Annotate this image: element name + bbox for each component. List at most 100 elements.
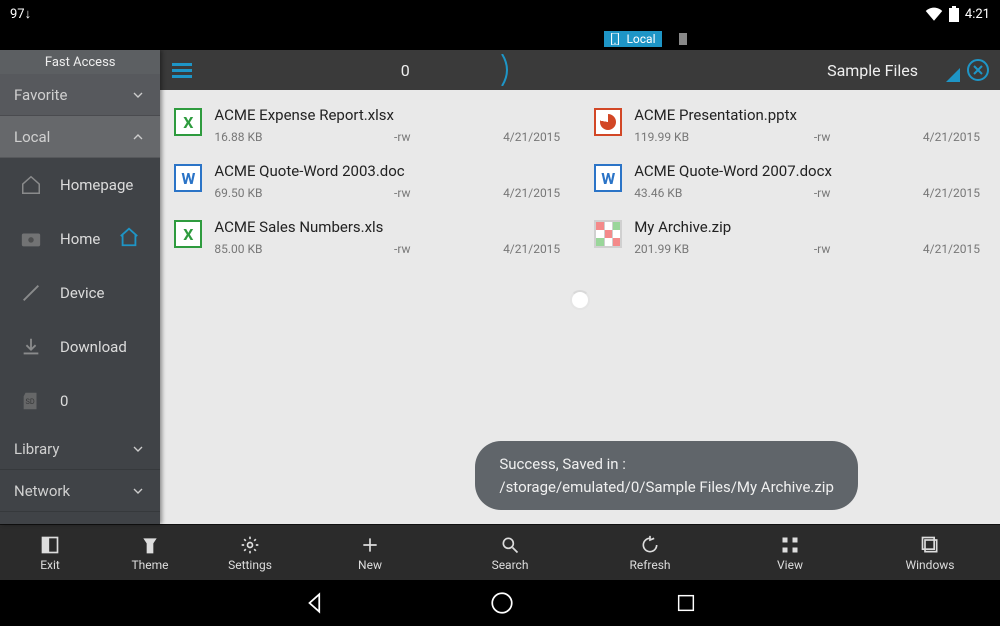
sidebar-item-homepage[interactable]: Homepage [0, 158, 160, 212]
loading-spinner-icon [570, 290, 590, 310]
word-icon: W [594, 164, 622, 192]
sidebar-item-download[interactable]: Download [0, 320, 160, 374]
search-icon [500, 534, 520, 556]
sidebar: Fast Access Favorite Local [0, 50, 160, 524]
button-label: Refresh [629, 558, 670, 572]
status-bar: 97↓ 4:21 [0, 0, 1000, 28]
tab-secondary[interactable] [672, 32, 696, 46]
file-name: ACME Presentation.pptx [634, 106, 980, 124]
toast-line1: Success, Saved in : [499, 453, 834, 476]
resize-corner-icon[interactable] [946, 67, 960, 86]
file-permissions: -rw [324, 242, 480, 256]
file-size: 119.99 KB [634, 130, 744, 144]
refresh-icon [640, 534, 660, 556]
windows-icon [920, 534, 940, 556]
homepage-icon [20, 174, 42, 196]
view-button[interactable]: View [720, 525, 860, 580]
file-permissions: -rw [324, 130, 480, 144]
breadcrumb-divider-icon [500, 54, 514, 86]
file-item[interactable]: My Archive.zip 201.99 KB-rw4/21/2015 [580, 212, 1000, 268]
android-nav-bar [0, 580, 1000, 626]
sidebar-item-label: Homepage [60, 176, 133, 194]
file-name: ACME Quote-Word 2003.doc [214, 162, 560, 180]
file-permissions: -rw [744, 242, 900, 256]
word-icon: W [174, 164, 202, 192]
archive-icon [594, 220, 622, 248]
button-label: New [358, 558, 382, 572]
section-network[interactable]: Network [0, 470, 160, 512]
file-permissions: -rw [744, 130, 900, 144]
file-item[interactable]: X ACME Sales Numbers.xls 85.00 KB-rw4/21/2… [160, 212, 580, 268]
search-button[interactable]: Search [440, 525, 580, 580]
section-label: Library [14, 440, 59, 458]
file-name: ACME Sales Numbers.xls [214, 218, 560, 236]
tab-local[interactable]: Local [604, 31, 661, 47]
file-date: 4/21/2015 [900, 130, 980, 144]
file-size: 69.50 KB [214, 186, 324, 200]
sidebar-item-home[interactable]: Home [0, 212, 160, 266]
wifi-icon [925, 7, 943, 21]
file-size: 43.46 KB [634, 186, 744, 200]
file-date: 4/21/2015 [900, 242, 980, 256]
breadcrumb-current[interactable]: Sample Files [827, 61, 918, 80]
sidebar-item-label: Home [60, 230, 100, 248]
sidebar-item-label: Download [60, 338, 127, 356]
svg-text:SD: SD [25, 397, 34, 406]
recents-button[interactable] [675, 592, 697, 614]
file-item[interactable]: XACME Expense Report.xlsx16.88 KB-rw4/21… [160, 100, 580, 156]
app-root: 97↓ 4:21 Local [0, 0, 1000, 626]
battery-icon [949, 6, 959, 22]
section-favorite[interactable]: Favorite [0, 74, 160, 116]
file-item[interactable]: W ACME Quote-Word 2007.docx 43.46 KB-rw4/2… [580, 156, 1000, 212]
grid-icon [780, 534, 800, 556]
sidebar-item-sd[interactable]: SD 0 [0, 374, 160, 428]
button-label: Windows [905, 558, 954, 572]
button-label: View [777, 558, 803, 572]
theme-button[interactable]: Theme [100, 525, 200, 580]
content-area: 0 Sample Files XACME Expense Report.xlsx… [160, 50, 1000, 524]
file-item[interactable]: WACME Quote-Word 2003.doc69.50 KB-rw4/21… [160, 156, 580, 212]
tab-label: Local [626, 32, 655, 46]
file-permissions: -rw [324, 186, 480, 200]
section-label: Local [14, 128, 50, 146]
section-local[interactable]: Local [0, 116, 160, 158]
close-icon[interactable] [966, 58, 990, 86]
file-permissions: -rw [744, 186, 900, 200]
toast-line2: /storage/emulated/0/Sample Files/My Arch… [499, 476, 834, 499]
file-size: 85.00 KB [214, 242, 324, 256]
status-time: 4:21 [965, 7, 990, 22]
file-size: 16.88 KB [214, 130, 324, 144]
theme-icon [140, 534, 160, 556]
back-button[interactable] [303, 590, 329, 616]
chevron-down-icon [130, 441, 146, 457]
exit-button[interactable]: Exit [0, 525, 100, 580]
chevron-up-icon [130, 129, 146, 145]
sidebar-header: Fast Access [0, 50, 160, 74]
device-icon [20, 282, 42, 304]
section-library[interactable]: Library [0, 428, 160, 470]
sidebar-item-device[interactable]: Device [0, 266, 160, 320]
file-date: 4/21/2015 [480, 242, 560, 256]
sidebar-item-label: 0 [60, 392, 68, 410]
file-name: ACME Quote-Word 2007.docx [634, 162, 980, 180]
file-date: 4/21/2015 [900, 186, 980, 200]
chevron-down-icon [130, 87, 146, 103]
home-button[interactable] [489, 590, 515, 616]
new-button[interactable]: New [300, 525, 440, 580]
refresh-button[interactable]: Refresh [580, 525, 720, 580]
button-label: Theme [131, 558, 168, 572]
chevron-down-icon [130, 483, 146, 499]
windows-button[interactable]: Windows [860, 525, 1000, 580]
file-name: My Archive.zip [634, 218, 980, 236]
menu-icon[interactable] [172, 63, 192, 78]
toast-notification: Success, Saved in : /storage/emulated/0/… [475, 441, 858, 510]
button-label: Exit [40, 558, 60, 572]
status-left-text: 97↓ [10, 6, 31, 22]
bottom-toolbar: Exit Theme Settings New Search [0, 524, 1000, 580]
gear-icon [240, 534, 260, 556]
settings-button[interactable]: Settings [200, 525, 300, 580]
button-label: Settings [228, 558, 272, 572]
file-item[interactable]: ACME Presentation.pptx 119.99 KB-rw4/21/2… [580, 100, 1000, 156]
excel-icon: X [174, 220, 202, 248]
file-size: 201.99 KB [634, 242, 744, 256]
